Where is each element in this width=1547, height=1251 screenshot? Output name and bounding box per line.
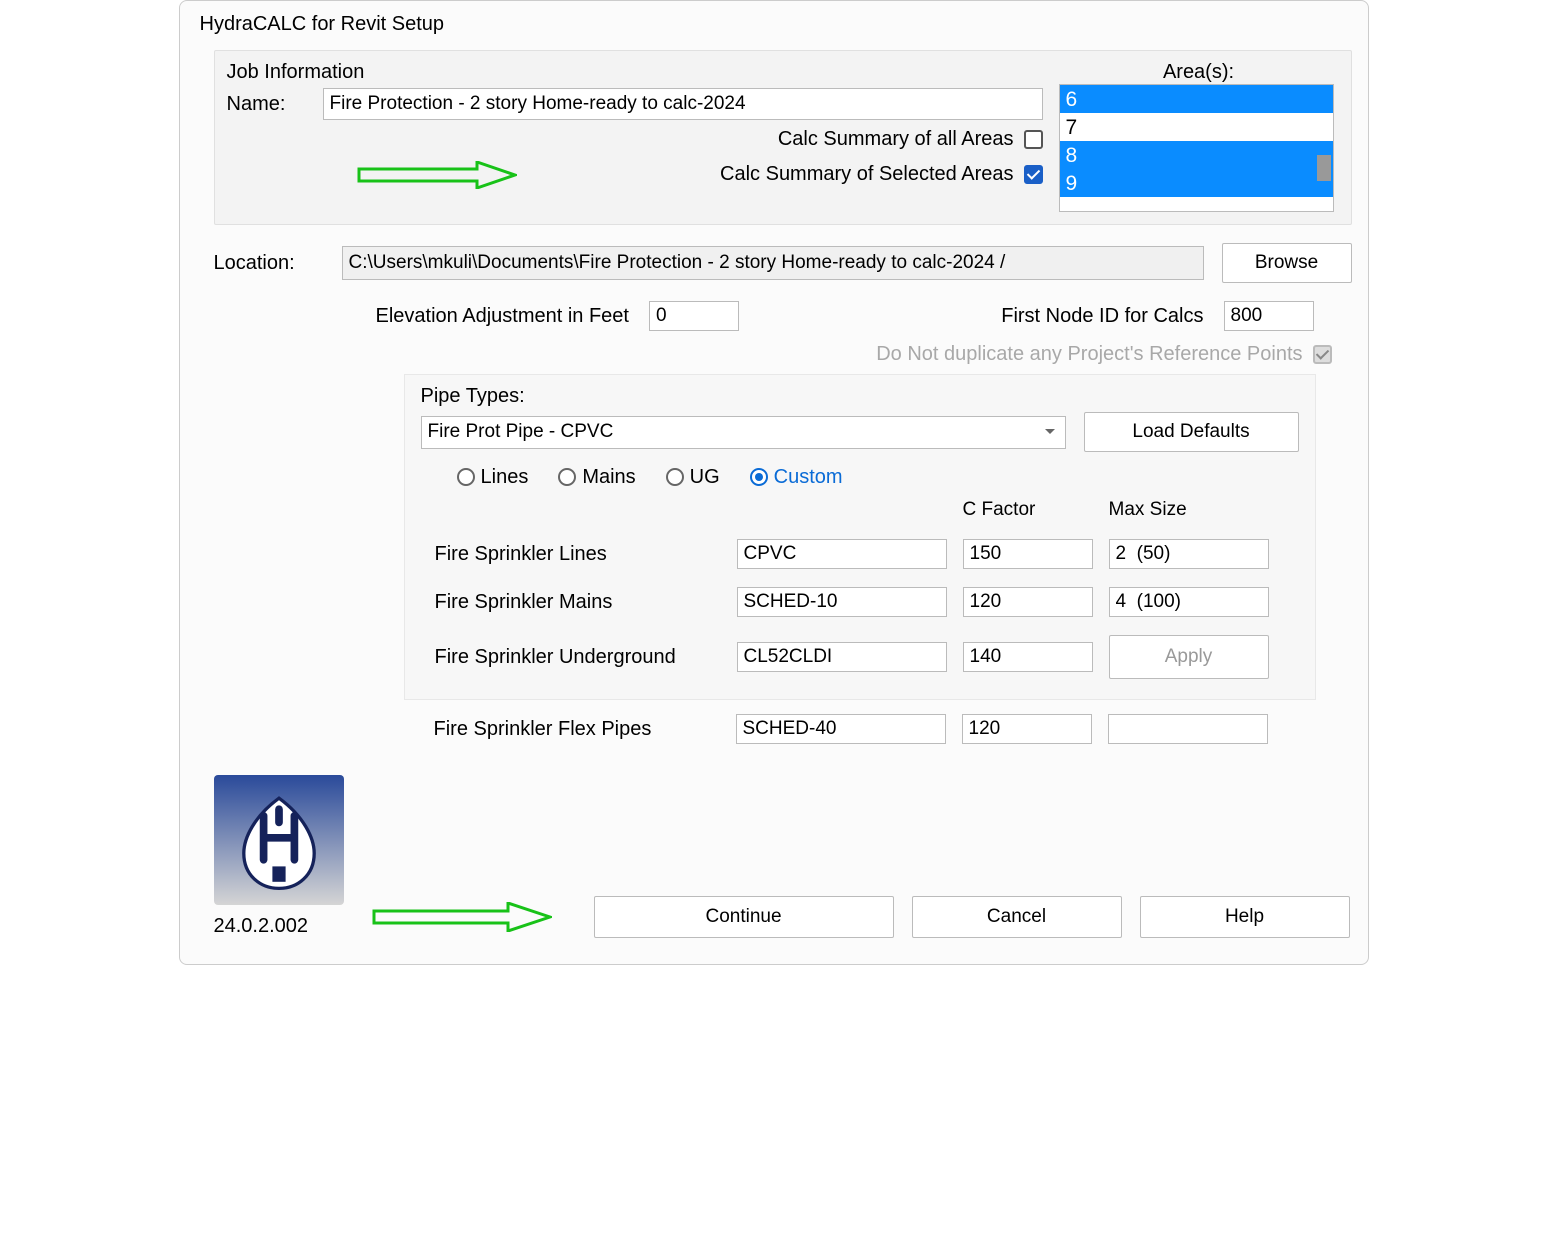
setup-dialog: HydraCALC for Revit Setup Job Informatio… <box>179 0 1369 965</box>
pipe-type-input[interactable] <box>737 539 947 569</box>
pipe-cfactor-input[interactable] <box>963 539 1093 569</box>
browse-button[interactable]: Browse <box>1222 243 1352 283</box>
pipe-type-dropdown[interactable]: Fire Prot Pipe - CPVC <box>421 416 1066 449</box>
pipe-type-selected: Fire Prot Pipe - CPVC <box>428 421 614 443</box>
radio-mains[interactable]: Mains <box>558 466 635 489</box>
elevation-label: Elevation Adjustment in Feet <box>376 305 629 328</box>
pipe-cfactor-input[interactable] <box>963 587 1093 617</box>
calc-all-label: Calc Summary of all Areas <box>778 128 1014 151</box>
apply-button[interactable]: Apply <box>1109 635 1269 679</box>
pipe-type-input[interactable] <box>737 642 947 672</box>
load-defaults-button[interactable]: Load Defaults <box>1084 412 1299 452</box>
app-logo-icon <box>214 775 344 905</box>
flex-maxsize-input[interactable] <box>1108 714 1268 744</box>
job-info-label: Job Information <box>227 61 1043 84</box>
calc-selected-checkbox[interactable] <box>1024 165 1043 184</box>
flex-cfactor-input[interactable] <box>962 714 1092 744</box>
cfactor-header: C Factor <box>963 499 1093 521</box>
arrow-annotation-icon <box>372 902 552 932</box>
scrollbar-thumb[interactable] <box>1317 155 1331 181</box>
maxsize-header: Max Size <box>1109 499 1269 521</box>
pipe-row-label: Fire Sprinkler Underground <box>421 646 721 669</box>
radio-lines[interactable]: Lines <box>457 466 529 489</box>
no-dup-checkbox <box>1313 345 1332 364</box>
first-node-label: First Node ID for Calcs <box>1001 305 1203 328</box>
flex-type-input[interactable] <box>736 714 946 744</box>
first-node-input[interactable] <box>1224 301 1314 331</box>
dialog-title: HydraCALC for Revit Setup <box>196 11 1352 46</box>
areas-listbox[interactable]: 6 7 8 9 <box>1059 84 1334 212</box>
radio-custom[interactable]: Custom <box>750 466 843 489</box>
list-item[interactable]: 7 <box>1060 113 1333 141</box>
calc-selected-label: Calc Summary of Selected Areas <box>720 163 1013 186</box>
radio-ug[interactable]: UG <box>666 466 720 489</box>
location-input[interactable] <box>342 246 1204 280</box>
calc-all-checkbox[interactable] <box>1024 130 1043 149</box>
list-item[interactable]: 8 <box>1060 141 1333 169</box>
arrow-annotation-icon <box>357 161 517 189</box>
location-label: Location: <box>214 252 324 275</box>
list-item[interactable]: 9 <box>1060 169 1333 197</box>
flex-pipes-row: Fire Sprinkler Flex Pipes <box>404 700 1316 744</box>
pipe-maxsize-input[interactable] <box>1109 587 1269 617</box>
pipe-row-label: Fire Sprinkler Lines <box>421 543 721 566</box>
no-dup-label: Do Not duplicate any Project's Reference… <box>876 343 1302 366</box>
pipe-row-label: Fire Sprinkler Mains <box>421 591 721 614</box>
pipe-type-input[interactable] <box>737 587 947 617</box>
name-label: Name: <box>227 93 323 116</box>
cancel-button[interactable]: Cancel <box>912 896 1122 938</box>
pipe-types-label: Pipe Types: <box>421 385 1299 408</box>
list-item[interactable]: 6 <box>1060 85 1333 113</box>
pipe-cfactor-input[interactable] <box>963 642 1093 672</box>
elevation-input[interactable] <box>649 301 739 331</box>
areas-label: Area(s): <box>1059 61 1339 84</box>
job-information-group: Job Information Name: Calc Summary of al… <box>214 50 1352 225</box>
logo-block: 24.0.2.002 <box>214 775 354 938</box>
help-button[interactable]: Help <box>1140 896 1350 938</box>
flex-label: Fire Sprinkler Flex Pipes <box>420 718 720 741</box>
version-label: 24.0.2.002 <box>214 915 354 938</box>
continue-button[interactable]: Continue <box>594 896 894 938</box>
pipe-maxsize-input[interactable] <box>1109 539 1269 569</box>
dialog-buttons: Continue Cancel Help <box>594 896 1350 938</box>
pipe-types-section: Pipe Types: Fire Prot Pipe - CPVC Load D… <box>404 374 1316 700</box>
name-input[interactable] <box>323 88 1043 120</box>
